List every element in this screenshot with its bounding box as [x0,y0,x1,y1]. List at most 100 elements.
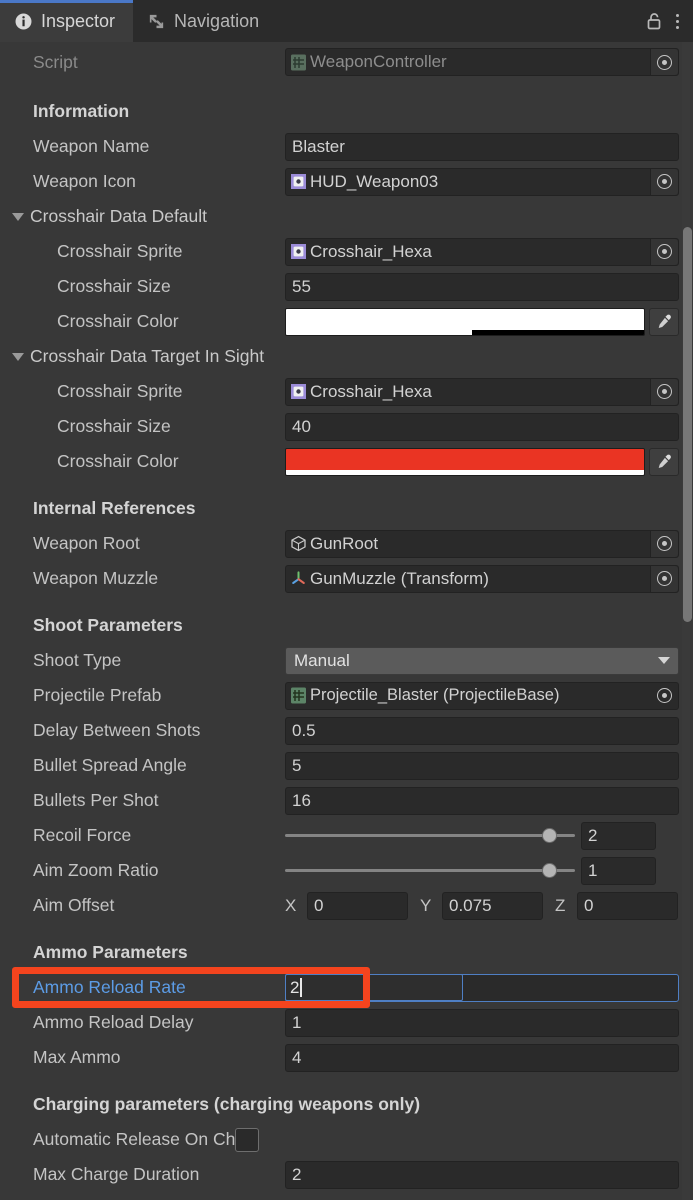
axis-label-z: Z [555,895,566,915]
aim-offset-z-value: 0 [584,895,594,915]
scrollbar-thumb[interactable] [683,227,692,622]
aim-offset-label: Aim Offset [33,895,115,915]
tab-bar: Inspector Navigation [0,0,693,42]
crosshair-default-label: Crosshair Data Default [30,206,208,226]
automatic-release-checkbox[interactable] [235,1127,260,1152]
chevron-down-icon[interactable] [12,212,24,221]
info-icon [14,12,33,31]
max-ammo-input[interactable]: 4 [285,1043,679,1072]
crosshair-target-label: Crosshair Data Target In Sight [30,346,265,366]
slider-handle[interactable] [541,828,557,843]
aim-zoom-ratio-input[interactable]: 1 [581,856,656,885]
ammo-reload-rate-edit-box[interactable]: 2 [285,974,463,1001]
automatic-release-label: Automatic Release On Ch [33,1129,236,1149]
crosshair-default-size-input[interactable]: 55 [285,272,679,301]
axis-label-y: Y [420,895,432,915]
weapon-icon-object-field[interactable]: HUD_Weapon03 [285,167,679,196]
cs-script-icon [290,54,307,71]
recoil-force-slider[interactable] [285,822,575,850]
information-header-label: Information [33,101,130,121]
shoot-type-value: Manual [294,650,350,670]
ammo-reload-delay-label: Ammo Reload Delay [33,1012,194,1032]
crosshair-default-size-label: Crosshair Size [57,276,171,296]
max-charge-duration-value: 2 [292,1164,302,1184]
ammo-parameters-header-label: Ammo Parameters [33,942,188,962]
script-object-field[interactable]: WeaponController [285,48,679,76]
recoil-force-value: 2 [588,825,598,845]
tab-inspector[interactable]: Inspector [0,0,134,42]
bullets-per-shot-input[interactable]: 16 [285,786,679,815]
row-automatic-release: Automatic Release On Ch [0,1122,693,1157]
object-picker-icon[interactable] [650,238,678,265]
crosshair-target-size-input[interactable]: 40 [285,412,679,441]
weapon-icon-value: HUD_Weapon03 [310,171,439,191]
aim-offset-y-input[interactable]: 0.075 [442,891,543,920]
object-picker-icon[interactable] [650,530,678,557]
eyedropper-icon[interactable] [649,307,679,336]
row-max-charge-duration: Max Charge Duration 2 [0,1157,693,1192]
row-ammo-reload-rate: Ammo Reload Rate 2 [0,970,693,1005]
row-weapon-muzzle: Weapon Muzzle GunMuzzle (Transform) [0,561,693,596]
sprite-icon [290,173,307,190]
crosshair-target-sprite-value: Crosshair_Hexa [310,381,432,401]
vertical-scrollbar[interactable] [682,42,693,1200]
aim-offset-x-input[interactable]: 0 [307,891,408,920]
ammo-reload-delay-value: 1 [292,1012,302,1032]
row-bullet-spread-angle: Bullet Spread Angle 5 [0,748,693,783]
crosshair-target-sprite-field[interactable]: Crosshair_Hexa [285,377,679,406]
weapon-root-label: Weapon Root [33,533,140,553]
weapon-name-input[interactable]: Blaster [285,132,679,161]
slider-handle[interactable] [541,863,557,878]
color-fill [286,448,644,470]
ammo-reload-rate-value: 2 [290,977,300,997]
lock-open-icon[interactable] [643,10,665,32]
object-picker-icon[interactable] [650,683,678,709]
weapon-name-value: Blaster [292,136,345,156]
aim-zoom-ratio-slider[interactable] [285,857,575,885]
weapon-muzzle-object-field[interactable]: GunMuzzle (Transform) [285,564,679,593]
projectile-prefab-object-field[interactable]: Projectile_Blaster (ProjectileBase) [285,681,679,710]
foldout-crosshair-target[interactable]: Crosshair Data Target In Sight [0,339,693,374]
eyedropper-icon[interactable] [649,447,679,476]
color-fill [286,308,644,330]
aim-offset-z-input[interactable]: 0 [577,891,678,920]
object-picker-icon[interactable] [650,565,678,592]
shoot-type-dropdown[interactable]: Manual [285,646,679,675]
max-charge-duration-input[interactable]: 2 [285,1160,679,1189]
recoil-force-input[interactable]: 2 [581,821,656,850]
kebab-menu-icon[interactable] [669,10,685,32]
chevron-down-icon[interactable] [12,352,24,361]
bullet-spread-angle-input[interactable]: 5 [285,751,679,780]
section-header-shoot-parameters: Shoot Parameters [0,608,693,643]
aim-offset-y-value: 0.075 [449,895,492,915]
object-picker-icon[interactable] [650,378,678,405]
object-picker-icon[interactable] [650,49,678,75]
crosshair-default-sprite-field[interactable]: Crosshair_Hexa [285,237,679,266]
crosshair-default-size-value: 55 [292,276,311,296]
tab-navigation[interactable]: Navigation [133,0,277,42]
aim-zoom-ratio-label: Aim Zoom Ratio [33,860,159,880]
crosshair-target-size-label: Crosshair Size [57,416,171,436]
row-crosshair-default-size: Crosshair Size 55 [0,269,693,304]
crosshair-default-color-swatch[interactable] [285,307,645,336]
row-crosshair-default-sprite: Crosshair Sprite Crosshair_Hexa [0,234,693,269]
tab-bar-actions [643,0,693,42]
cs-script-icon [290,687,307,704]
delay-between-shots-input[interactable]: 0.5 [285,716,679,745]
row-weapon-name: Weapon Name Blaster [0,129,693,164]
shoot-parameters-header-label: Shoot Parameters [33,615,183,635]
crosshair-target-color-swatch[interactable] [285,447,645,476]
ammo-reload-delay-input[interactable]: 1 [285,1008,679,1037]
row-shoot-type: Shoot Type Manual [0,643,693,678]
script-label: Script [33,51,78,72]
alpha-filled [286,469,644,475]
weapon-root-object-field[interactable]: GunRoot [285,529,679,558]
transform-icon [290,570,307,587]
alpha-bar [286,329,644,335]
object-picker-icon[interactable] [650,168,678,195]
foldout-crosshair-default[interactable]: Crosshair Data Default [0,199,693,234]
tab-inspector-label: Inspector [41,10,116,31]
